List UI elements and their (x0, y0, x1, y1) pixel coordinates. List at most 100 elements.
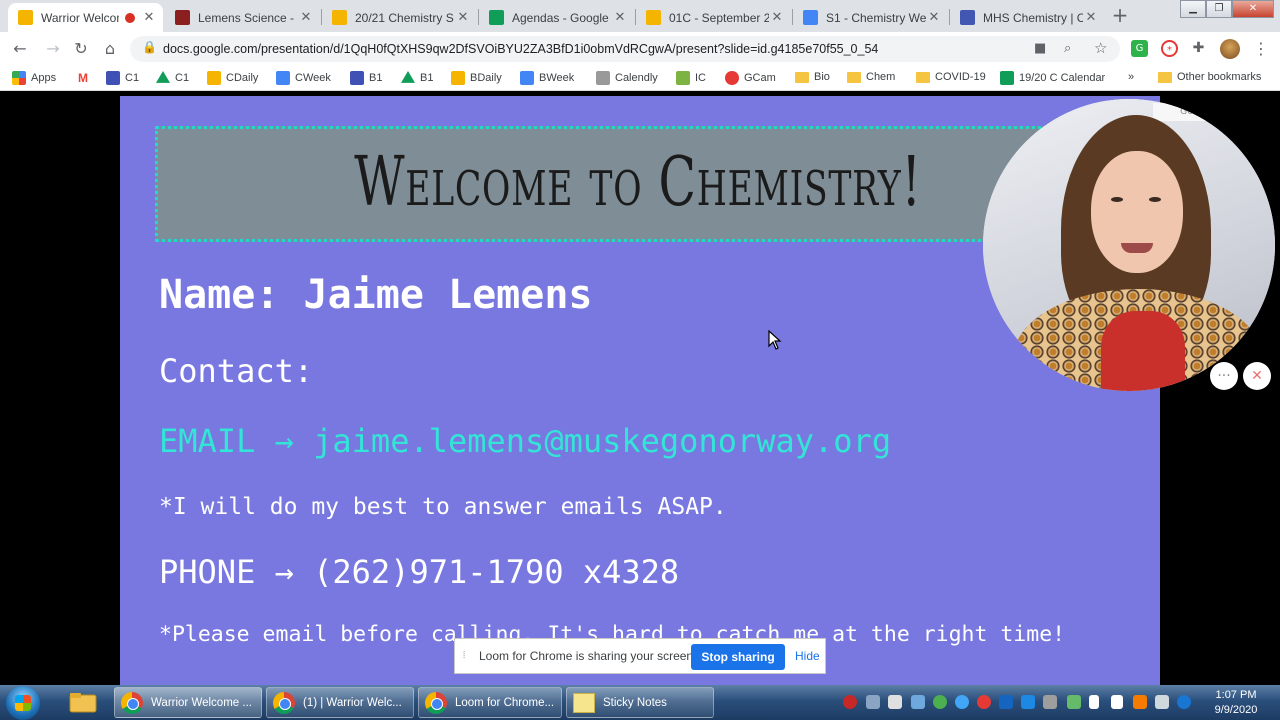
tray-clipboard-icon[interactable] (888, 695, 902, 709)
bookmark-gmail[interactable]: M (76, 71, 95, 85)
taskbar-button[interactable]: Sticky Notes (566, 687, 714, 718)
bookmark-label: BDaily (470, 72, 502, 84)
tray-signal-icon[interactable] (1111, 695, 1123, 709)
bookmark-docs[interactable]: BWeek (520, 71, 574, 85)
bookmark-folder[interactable]: COVID-19 (916, 71, 986, 83)
bookmark-apps[interactable]: Apps (12, 71, 56, 85)
camera-icon[interactable]: ■ (1034, 41, 1046, 56)
close-window-button[interactable]: ✕ (1232, 0, 1274, 18)
bookmark-drive[interactable]: B1 (401, 71, 433, 85)
tray-flag-icon[interactable] (1089, 695, 1099, 709)
reload-button[interactable]: ↻ (70, 38, 92, 60)
browser-tab[interactable]: Agendas - Google ✕ (479, 3, 634, 32)
docs-icon (803, 10, 818, 25)
extension-grammarly-icon[interactable]: G (1131, 40, 1148, 57)
new-tab-button[interactable]: + (1108, 4, 1132, 28)
bookmark-classroom[interactable]: B1 (350, 71, 382, 85)
forward-button[interactable]: → (42, 38, 64, 60)
screen: Warrior Welcome✕Lemens Science - U✕20/21… (0, 0, 1280, 720)
profile-avatar[interactable] (1220, 39, 1240, 59)
browser-tab[interactable]: 20/21 Chemistry S ✕ (322, 3, 477, 32)
menu-kebab-icon[interactable]: ⋮ (1250, 38, 1272, 60)
other-bookmarks-label: Other bookmarks (1177, 71, 1262, 83)
bookmark-ic[interactable]: IC (676, 71, 706, 85)
bookmark-label: Calendly (615, 72, 658, 84)
taskbar-button[interactable]: Warrior Welcome ... (114, 687, 262, 718)
tray-bluetooth-icon[interactable] (1177, 695, 1191, 709)
tray-sync-icon[interactable] (933, 695, 947, 709)
minimize-button[interactable]: ▁ (1180, 0, 1206, 18)
tab-label: Warrior Welcome (41, 10, 119, 25)
bookmark-folder[interactable]: Bio (795, 71, 830, 83)
bookmark-label: B1 (369, 72, 383, 84)
bookmark-slides[interactable]: CDaily (207, 71, 258, 85)
home-icon[interactable]: ⌂ (99, 38, 121, 60)
tray-device-icon[interactable] (1043, 695, 1057, 709)
tab-label: Lemens Science - U (198, 10, 298, 25)
tray-volume-icon[interactable] (1155, 695, 1169, 709)
bookmark-star-icon[interactable]: ☆ (1094, 39, 1107, 57)
address-bar[interactable]: 🔒 docs.google.com/presentation/d/1QqH0fQ… (130, 36, 1120, 62)
bookmark-label: IC (695, 72, 706, 84)
start-button[interactable] (6, 686, 40, 720)
bookmark-page[interactable]: Calendly (596, 71, 658, 85)
tray-chrome-icon[interactable] (955, 695, 969, 709)
tray-office-icon[interactable] (1133, 695, 1147, 709)
sticky-notes-icon (573, 692, 595, 713)
bookmark-gcam[interactable]: GCam (725, 71, 776, 85)
drag-handle-icon[interactable]: ⦙ (463, 650, 465, 661)
zoom-icon[interactable]: ⌕ (1064, 41, 1071, 56)
bookmark-classroom[interactable]: C1 (106, 71, 139, 85)
bookmark-docs[interactable]: CWeek (276, 71, 331, 85)
loom-sharing-bar: ⦙ Loom for Chrome is sharing your screen… (454, 638, 826, 674)
close-tab-icon[interactable]: ✕ (298, 10, 314, 25)
folder-icon (795, 71, 809, 83)
bookmark-drive[interactable]: C1 (156, 71, 189, 85)
tray-network-icon[interactable] (866, 695, 880, 709)
other-bookmarks-folder[interactable]: Other bookmarks (1158, 71, 1261, 83)
stop-sharing-button[interactable]: Stop sharing (691, 644, 785, 670)
webcam-mouth (1121, 243, 1153, 253)
close-tab-icon[interactable]: ✕ (612, 10, 628, 25)
maximize-button[interactable]: ❐ (1206, 0, 1232, 18)
close-tab-icon[interactable]: ✕ (455, 10, 471, 25)
page-icon (596, 71, 610, 85)
browser-tab[interactable]: Warrior Welcome ✕ (8, 3, 163, 32)
bookmark-slides[interactable]: BDaily (451, 71, 502, 85)
close-tab-icon[interactable]: ✕ (1083, 10, 1099, 25)
webcam-bubble[interactable]: GO WARRIORS (983, 99, 1275, 391)
bookmark-label: Chem (866, 71, 896, 83)
system-clock[interactable]: 1:07 PM 9/9/2020 (1202, 688, 1270, 718)
extensions-puzzle-icon[interactable]: ✚ (1190, 40, 1207, 57)
bookmark-sheets[interactable]: 19/20 C Calendar (1000, 71, 1105, 85)
tray-word-icon[interactable] (999, 695, 1013, 709)
tray-app-icon[interactable] (911, 695, 925, 709)
more-bookmarks-button[interactable]: » (1128, 71, 1134, 83)
folder-icon (847, 71, 861, 83)
bookmark-label: COVID-19 (935, 71, 986, 83)
teacher-name: Name: Jaime Lemens (159, 272, 593, 318)
tray-loom-icon[interactable] (977, 695, 991, 709)
browser-tab[interactable]: S1 - Chemistry We ✕ (793, 3, 948, 32)
bookmark-label: C1 (175, 72, 190, 84)
gmail-icon: M (76, 71, 90, 85)
close-tab-icon[interactable]: ✕ (926, 10, 942, 25)
taskbar-button[interactable]: Loom for Chrome... (418, 687, 562, 718)
close-tab-icon[interactable]: ✕ (769, 10, 785, 25)
drive-icon (489, 10, 504, 25)
tray-recording-icon[interactable] (843, 695, 857, 709)
browser-tab[interactable]: 01C - September 2 ✕ (636, 3, 791, 32)
hide-button[interactable]: Hide (795, 649, 820, 663)
webcam-more-icon[interactable]: ··· (1210, 362, 1238, 390)
close-tab-icon[interactable]: ✕ (141, 10, 157, 25)
taskbar-button[interactable]: (1) | Warrior Welc... (266, 687, 414, 718)
file-explorer-icon[interactable] (64, 688, 102, 718)
back-button[interactable]: ← (9, 38, 31, 60)
browser-tab[interactable]: Lemens Science - U ✕ (165, 3, 320, 32)
tray-update-icon[interactable] (1067, 695, 1081, 709)
bookmark-folder[interactable]: Chem (847, 71, 895, 83)
browser-tab[interactable]: MHS Chemistry | C ✕ (950, 3, 1105, 32)
tray-onedrive-icon[interactable] (1021, 695, 1035, 709)
webcam-close-icon[interactable]: ✕ (1243, 362, 1271, 390)
extension-loom-icon[interactable]: * (1161, 40, 1178, 57)
